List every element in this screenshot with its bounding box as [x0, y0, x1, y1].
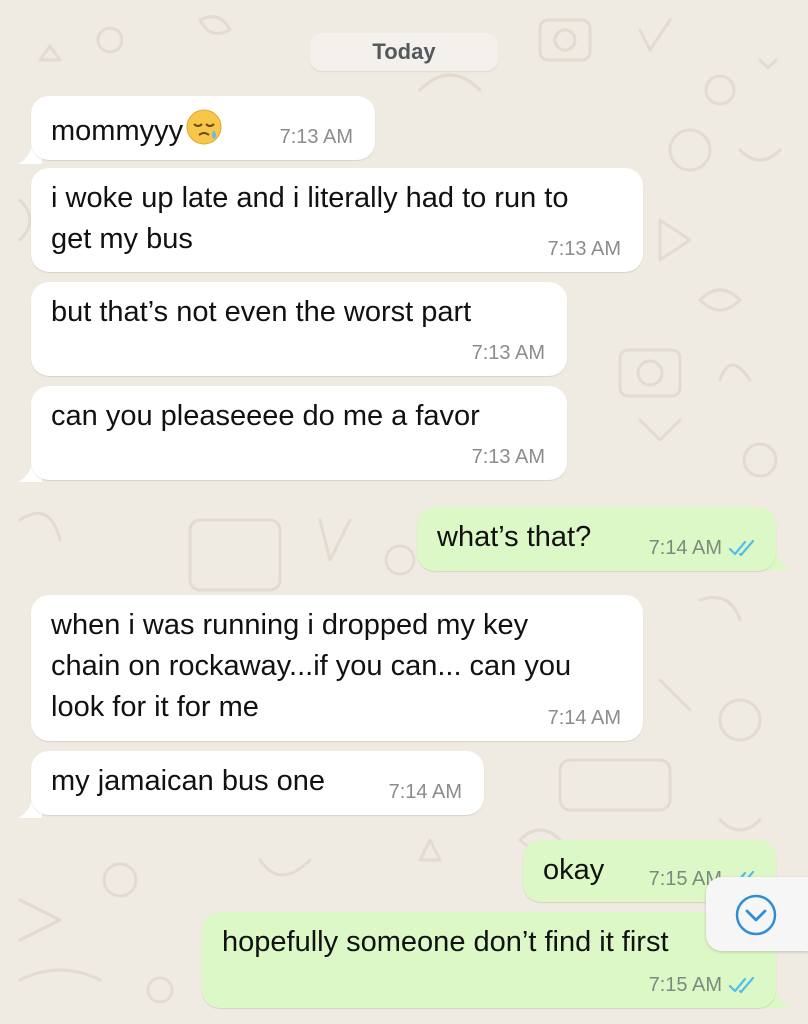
sleepy-face-emoji: [186, 109, 222, 145]
outgoing-message[interactable]: what’s that? 7:14 AM: [417, 507, 776, 571]
message-line: look for it for me: [51, 691, 259, 723]
message-line: chain on rockaway...if you can... can yo…: [51, 650, 572, 682]
incoming-message[interactable]: can you pleaseeee do me a favor 7:13 AM: [31, 386, 567, 480]
message-time: 7:14 AM: [547, 707, 621, 729]
chevron-down-circle-icon: [735, 894, 777, 936]
incoming-message[interactable]: my jamaican bus one 7:14 AM: [31, 751, 484, 815]
scroll-to-bottom-button[interactable]: [706, 877, 808, 951]
message-text: can you pleaseeee do me a favor: [51, 400, 480, 432]
message-meta: 7:13 AM: [548, 237, 621, 261]
incoming-message[interactable]: but that’s not even the worst part 7:13 …: [31, 282, 567, 376]
incoming-message[interactable]: mommyyy 7:13 AM: [31, 96, 375, 160]
message-text: my jamaican bus one: [51, 765, 326, 797]
message-line: when i was running i dropped my key: [51, 609, 529, 641]
double-check-icon: [728, 976, 755, 994]
message-meta: 7:13 AM: [472, 445, 545, 469]
incoming-message[interactable]: when i was running i dropped my key chai…: [31, 595, 643, 741]
message-time: 7:13 AM: [547, 238, 621, 260]
message-text: but that’s not even the worst part: [51, 296, 472, 328]
message-line: get my bus: [51, 223, 193, 255]
message-meta: 7:14 AM: [389, 780, 462, 804]
message-meta: 7:14 AM: [548, 706, 621, 730]
message-text: when i was running i dropped my key chai…: [51, 605, 571, 728]
message-meta: 7:15 AM: [649, 973, 758, 997]
double-check-icon: [728, 539, 755, 557]
message-line: i woke up late and i literally had to ru…: [51, 182, 569, 214]
incoming-message[interactable]: i woke up late and i literally had to ru…: [31, 168, 643, 272]
message-time: 7:14 AM: [388, 781, 462, 803]
message-meta: 7:13 AM: [472, 341, 545, 365]
message-text: i woke up late and i literally had to ru…: [51, 178, 568, 260]
message-text: hopefully someone don’t find it first: [222, 926, 669, 958]
message-time: 7:13 AM: [279, 126, 353, 148]
message-time: 7:13 AM: [471, 446, 545, 468]
message-text: what’s that?: [437, 521, 592, 553]
message-text: okay: [543, 854, 605, 886]
date-divider: Today: [310, 33, 498, 71]
message-time: 7:14 AM: [648, 537, 722, 559]
message-meta: 7:13 AM: [280, 125, 353, 149]
message-text: mommyyy: [51, 115, 184, 147]
message-time: 7:13 AM: [471, 342, 545, 364]
message-time: 7:15 AM: [648, 974, 722, 996]
outgoing-message[interactable]: hopefully someone don’t find it first 7:…: [202, 912, 776, 1008]
message-meta: 7:14 AM: [649, 536, 758, 560]
